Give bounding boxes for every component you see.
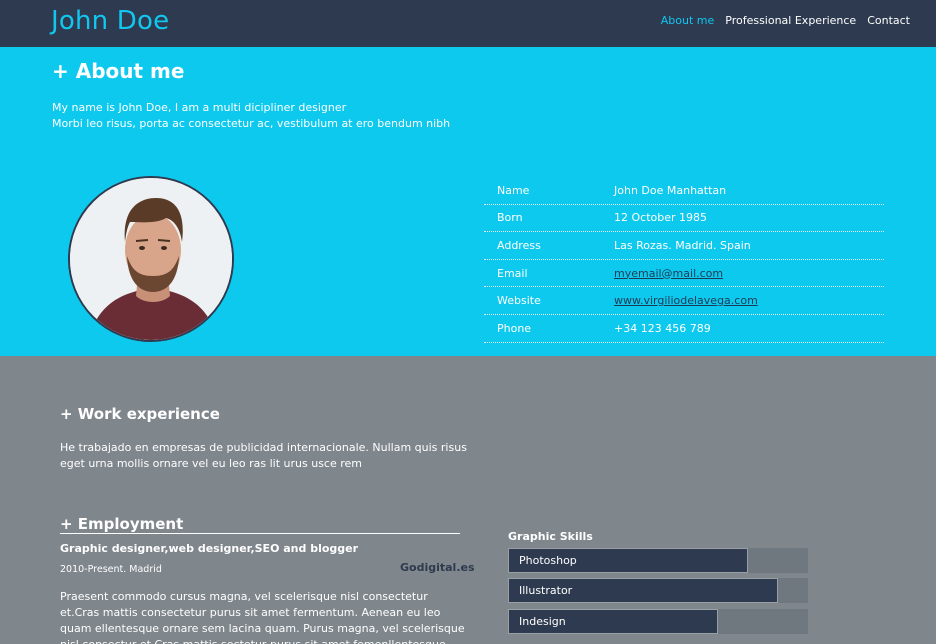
skill-label: Indesign [519,615,566,628]
skill-bar-illustrator: Illustrator [508,578,808,603]
info-label: Website [497,294,541,308]
info-value: +34 123 456 789 [614,321,711,335]
about-section: + About me My name is John Doe, I am a m… [0,47,936,356]
person-photo-icon [70,178,232,340]
about-line-2: Morbi leo risus, porta ac consectetur ac… [52,117,451,130]
info-label: Born [497,211,523,225]
nav-about-me[interactable]: About me [661,14,715,27]
about-intro: My name is John Doe, I am a multi dicipl… [52,100,450,132]
info-row-website: Website www.virgiliodelavega.com [484,287,884,315]
info-row-phone: Phone +34 123 456 789 [484,315,884,343]
job-company: Godigital.es [400,561,475,574]
info-label: Name [497,183,530,197]
work-experience-title: + Work experience [60,405,220,423]
profile-info-table: Name John Doe Manhattan Born 12 October … [484,177,884,343]
info-value: Las Rozas. Madrid. Spain [614,238,751,252]
info-label: Address [497,238,541,252]
info-row-address: Address Las Rozas. Madrid. Spain [484,232,884,260]
info-value: John Doe Manhattan [614,183,727,197]
job-dates: 2010-Present. Madrid [60,564,162,575]
about-line-1: My name is John Doe, I am a multi dicipl… [52,101,347,114]
work-experience-text: He trabajado en empresas de publicidad i… [60,441,467,470]
skill-label: Illustrator [519,584,573,597]
email-link[interactable]: myemail@mail.com [614,267,884,280]
info-row-name: Name John Doe Manhattan [484,177,884,205]
skill-bar-indesign: Indesign [508,609,808,634]
employment-divider [60,533,460,534]
nav-contact[interactable]: Contact [867,14,910,27]
job-description: Praesent commodo cursus magna, vel scele… [60,590,465,644]
website-link[interactable]: www.virgiliodelavega.com [614,294,884,307]
about-title: + About me [52,59,185,83]
employment-title: + Employment [60,515,184,533]
info-label: Phone [497,321,532,335]
profile-avatar [68,176,234,342]
skills-title: Graphic Skills [508,530,593,543]
skill-bar-photoshop: Photoshop [508,548,808,573]
main-nav: About me Professional Experience Contact [661,14,910,27]
info-label: Email [497,266,528,280]
info-value: 12 October 1985 [614,211,708,225]
nav-professional-experience[interactable]: Professional Experience [725,14,856,27]
info-row-email: Email myemail@mail.com [484,260,884,288]
skill-label: Photoshop [519,554,577,567]
job-role: Graphic designer,web designer,SEO and bl… [60,542,359,555]
info-row-born: Born 12 October 1985 [484,205,884,233]
site-brand[interactable]: John Doe [51,6,169,36]
top-navbar: John Doe About me Professional Experienc… [0,0,936,47]
